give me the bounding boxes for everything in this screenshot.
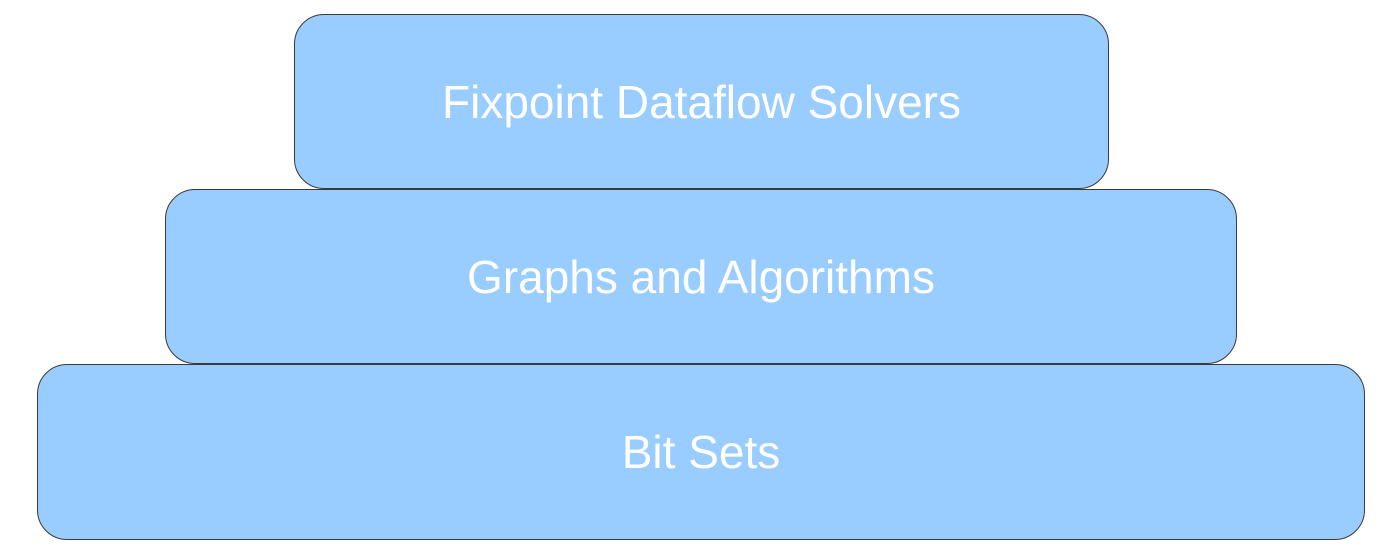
layer-graphs-and-algorithms: Graphs and Algorithms [165,189,1237,364]
layer-bit-sets: Bit Sets [37,364,1365,540]
layer-label: Bit Sets [621,426,781,478]
layer-fixpoint-dataflow-solvers: Fixpoint Dataflow Solvers [294,14,1109,189]
layer-label: Fixpoint Dataflow Solvers [442,75,961,128]
layer-label: Graphs and Algorithms [467,250,935,303]
